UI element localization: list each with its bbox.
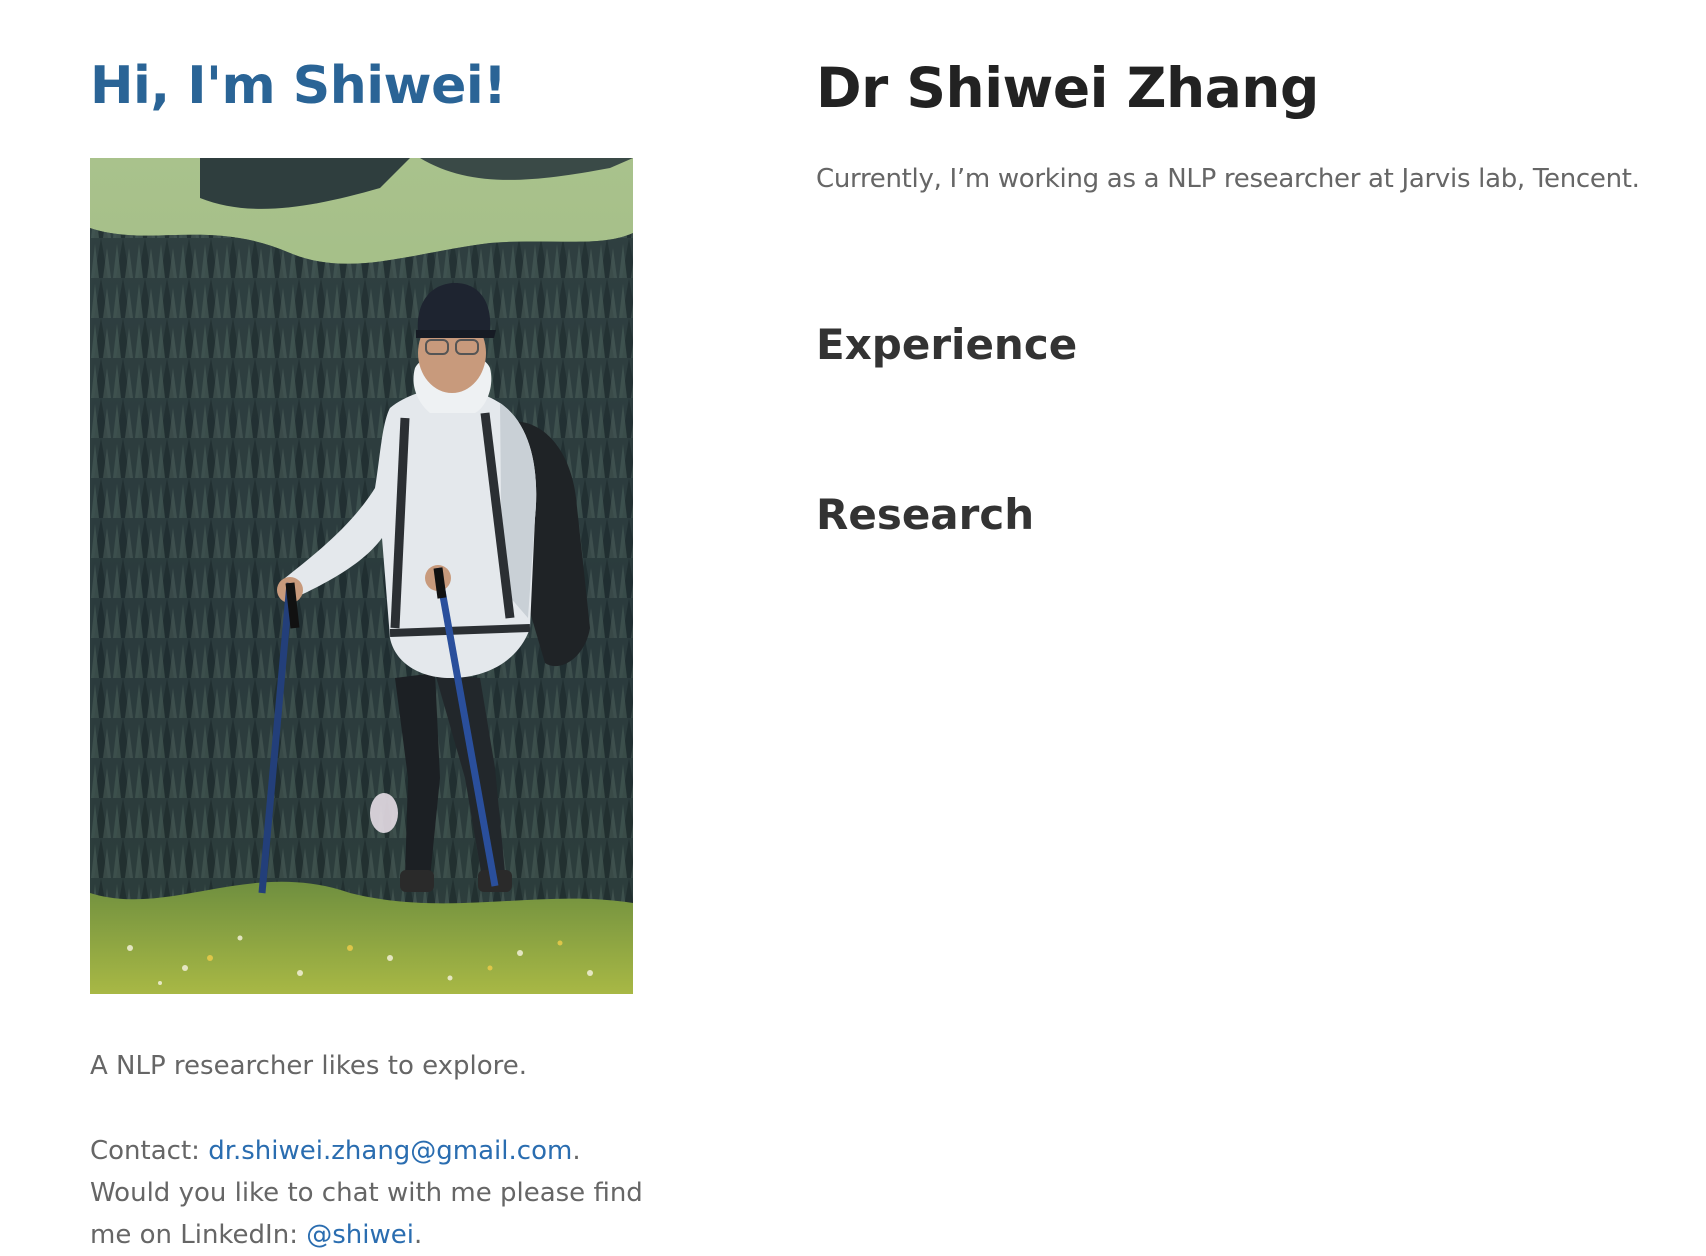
experience-heading: Experience bbox=[816, 320, 1078, 369]
contact-after-email: . bbox=[572, 1136, 581, 1166]
research-heading: Research bbox=[816, 490, 1035, 539]
page-title: Dr Shiwei Zhang bbox=[816, 56, 1319, 120]
email-link[interactable]: dr.shiwei.zhang@gmail.com bbox=[208, 1136, 572, 1166]
tagline: A NLP researcher likes to explore. bbox=[90, 1051, 528, 1081]
profile-photo bbox=[90, 158, 633, 994]
contact-prefix: Contact: bbox=[90, 1136, 209, 1166]
main-content: Dr Shiwei Zhang Currently, I’m working a… bbox=[816, 56, 1696, 539]
sidebar-title: Hi, I'm Shiwei! bbox=[90, 56, 507, 116]
sidebar: Hi, I'm Shiwei! A NLP researcher likes t… bbox=[90, 56, 650, 1250]
contact-info: Contact: dr.shiwei.zhang@gmail.com. Woul… bbox=[90, 1130, 650, 1256]
intro-text: Currently, I’m working as a NLP research… bbox=[816, 164, 1640, 194]
